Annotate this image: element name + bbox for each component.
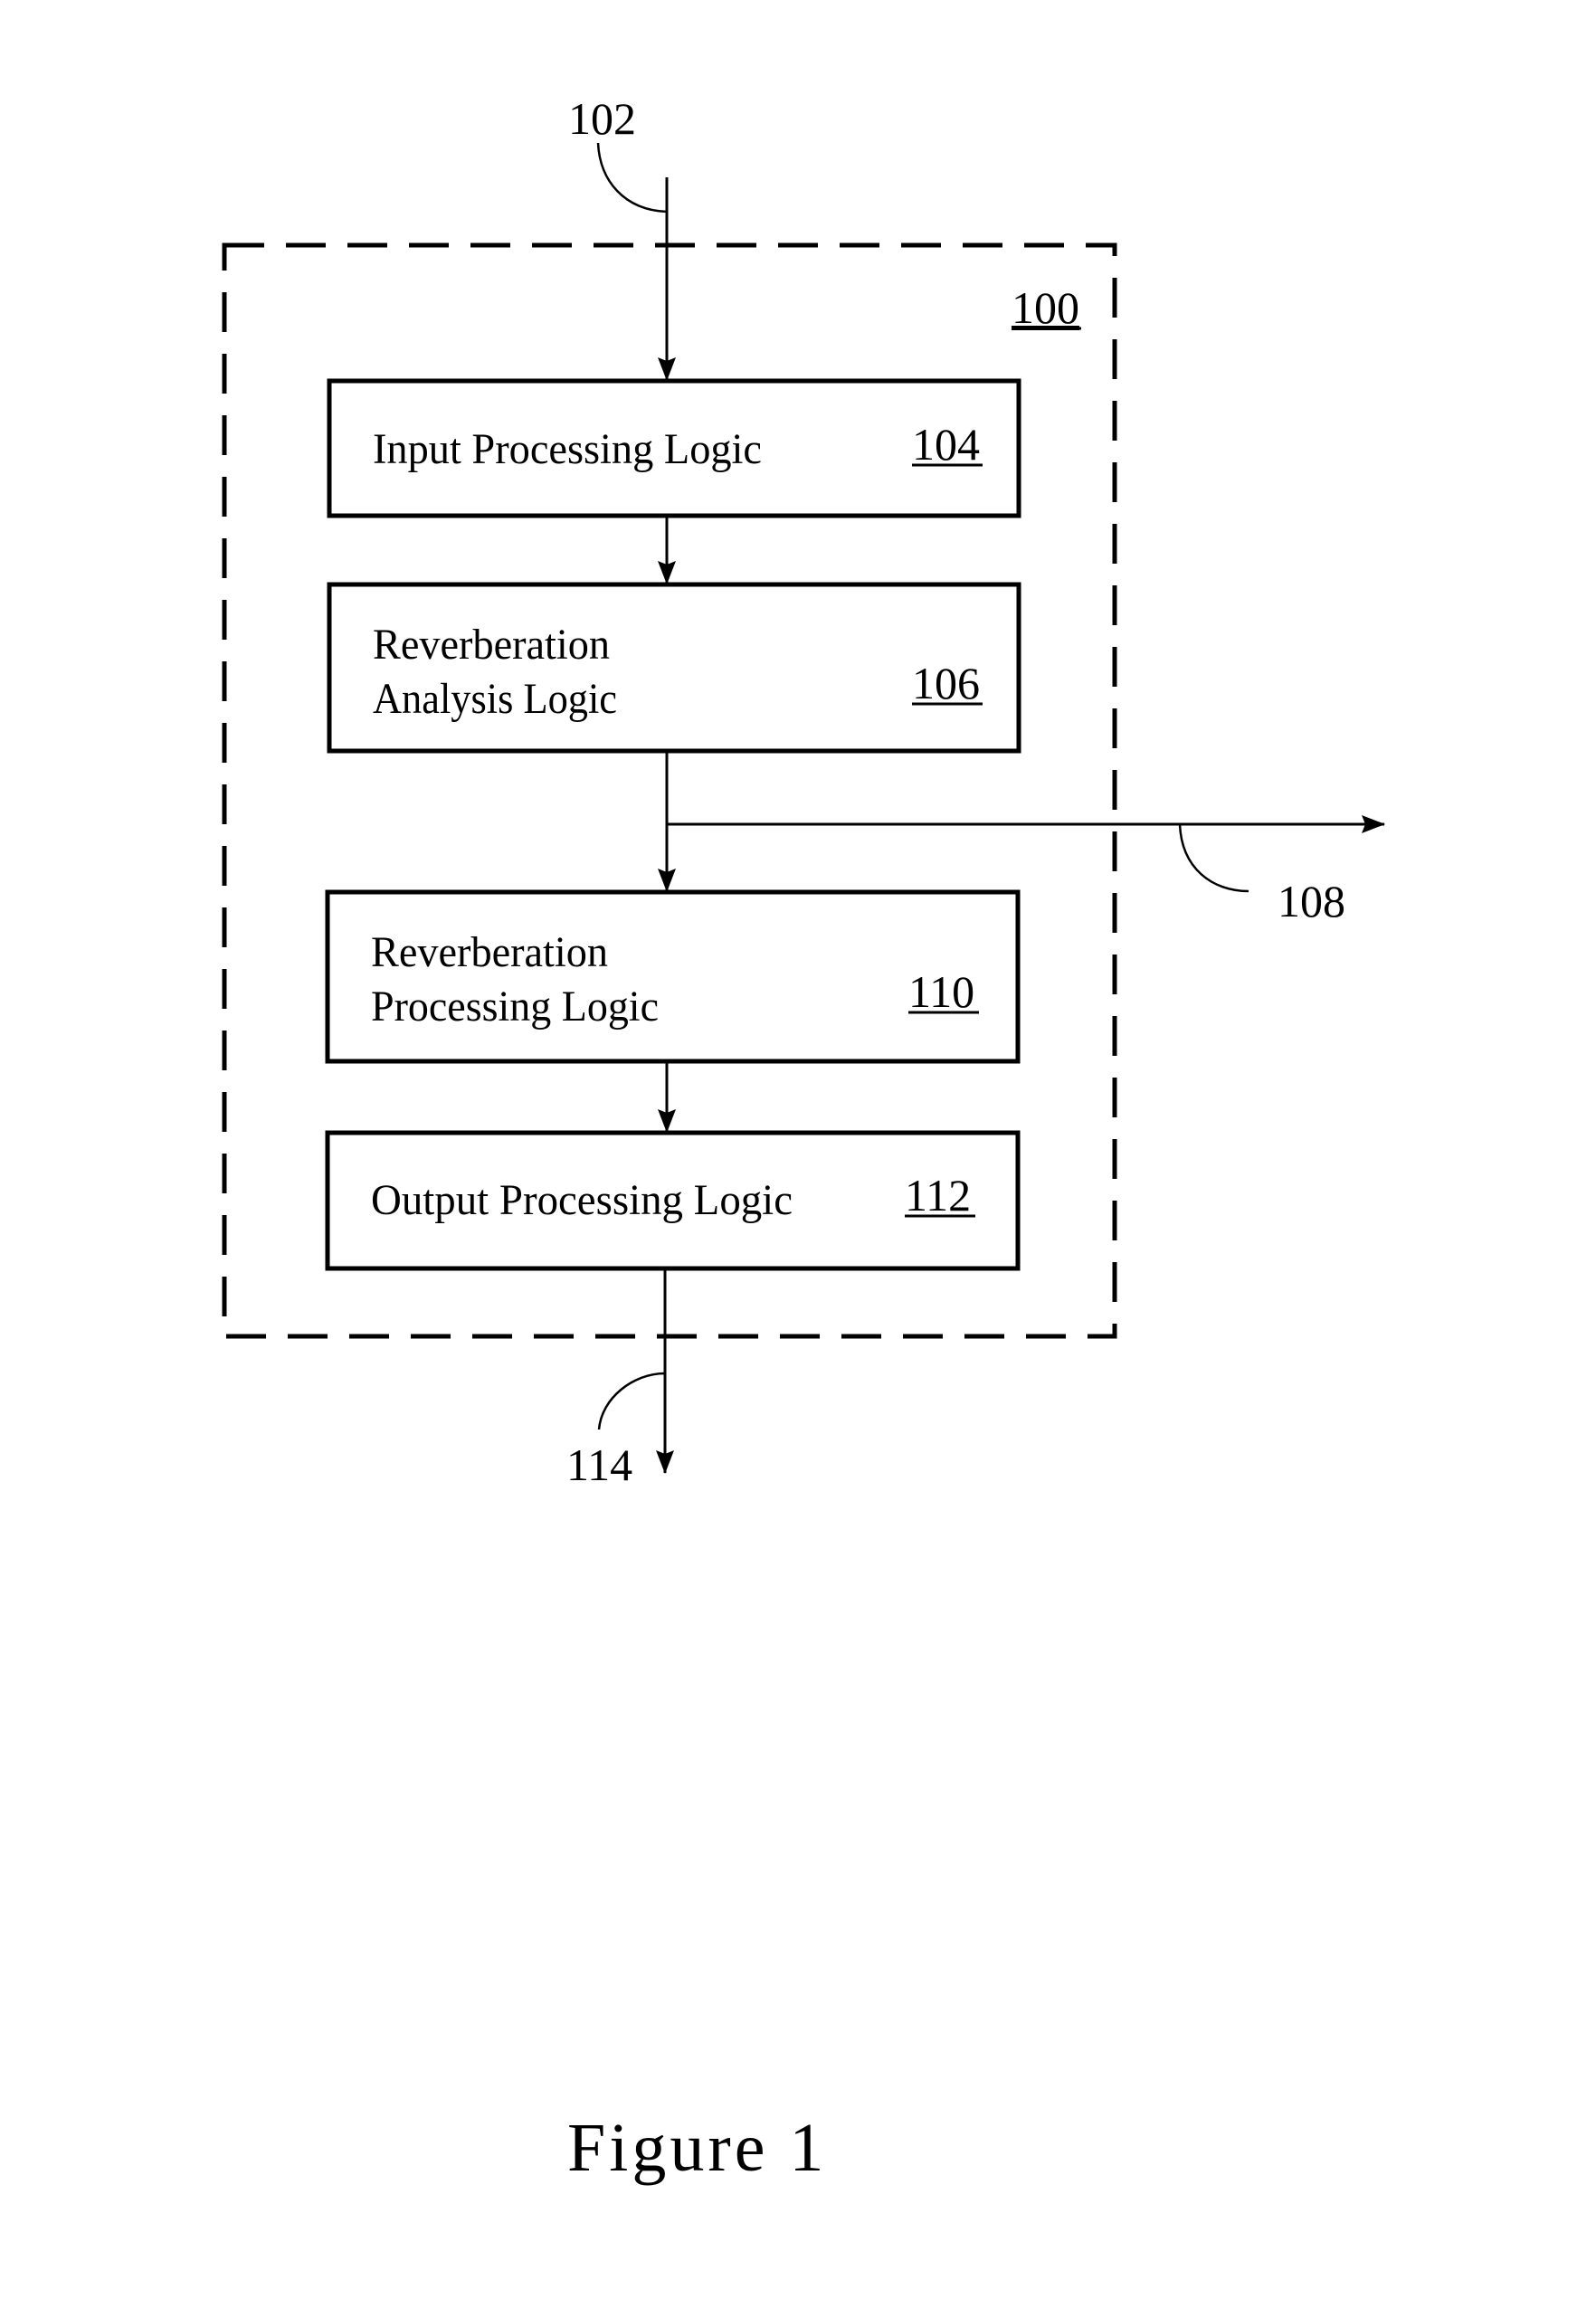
output-leader-line — [597, 1372, 666, 1430]
block-reverberation-processing-label-line2: Processing Logic — [371, 983, 659, 1031]
analysis-output-leader-line — [1178, 823, 1249, 893]
input-ref-label: 102 — [568, 93, 636, 144]
block-output-processing-label: Output Processing Logic — [371, 1176, 793, 1224]
block-reverberation-processing-ref: 110 — [908, 966, 974, 1017]
figure-caption: Figure 1 — [567, 2110, 827, 2186]
block-diagram: 100 102 Input Processing Logic 104 Rever… — [222, 93, 1385, 2186]
block-reverberation-analysis: Reverberation Analysis Logic 106 — [327, 582, 1021, 754]
block-reverberation-analysis-label-line2: Analysis Logic — [373, 675, 617, 723]
analysis-output-ref-label: 108 — [1278, 876, 1345, 926]
block-reverberation-processing: Reverberation Processing Logic 110 — [325, 889, 1021, 1064]
block-output-processing-ref: 112 — [905, 1170, 971, 1220]
block-input-processing: Input Processing Logic 104 — [327, 378, 1021, 518]
input-leader-line — [596, 142, 668, 214]
block-reverberation-processing-label-line1: Reverberation — [371, 928, 608, 976]
block-output-processing: Output Processing Logic 112 — [325, 1130, 1021, 1271]
block-input-processing-ref: 104 — [912, 419, 980, 470]
block-reverberation-analysis-ref: 106 — [912, 658, 980, 708]
block-reverberation-analysis-label-line1: Reverberation — [373, 621, 610, 669]
system-ref-label: 100 — [1012, 282, 1079, 333]
output-ref-label: 114 — [566, 1439, 632, 1490]
block-input-processing-label: Input Processing Logic — [373, 425, 762, 473]
